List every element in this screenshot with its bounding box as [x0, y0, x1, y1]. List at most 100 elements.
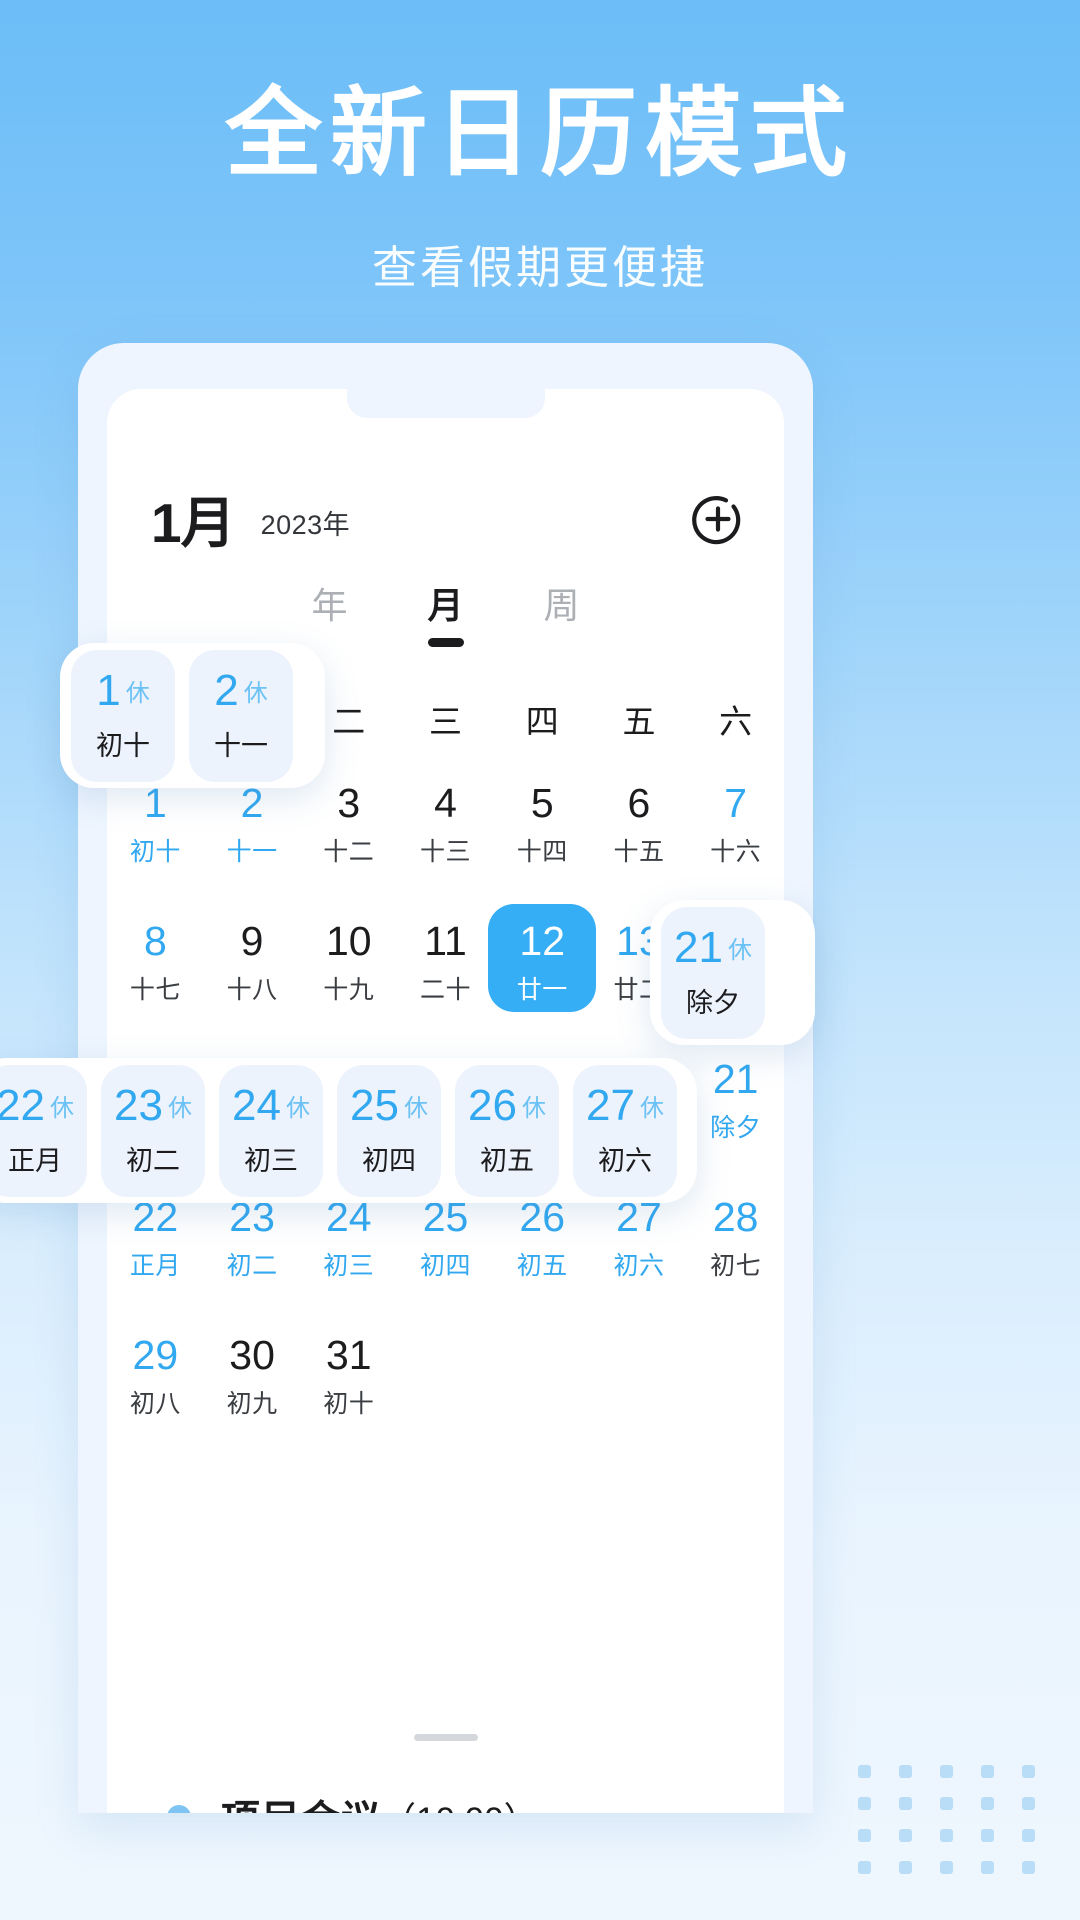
calendar-day-cell[interactable]: 24 初三 [300, 1186, 397, 1324]
holiday-popup-springfestival[interactable]: 22 休正月 23 休初二 24 休初三 25 休初四 26 休初五 27 休初六 [0, 1058, 697, 1203]
day-number: 24 [232, 1080, 281, 1130]
calendar-day-cell[interactable]: 23 初二 [204, 1186, 301, 1324]
holiday-day-chip[interactable]: 25 休初四 [337, 1064, 441, 1197]
tab-month[interactable]: 月 [388, 577, 504, 651]
calendar-day-cell[interactable]: 8 十七 [107, 910, 204, 1048]
lunar-date: 十六 [710, 838, 762, 867]
day-number: 9 [240, 918, 264, 964]
holiday-popup-newyear[interactable]: 1 休初十 2 休十一 [60, 643, 325, 788]
day-number: 1 [96, 665, 121, 715]
day-number: 30 [229, 1332, 275, 1378]
calendar-day-cell[interactable]: 9 十八 [204, 910, 301, 1048]
page-subtitle: 查看假期更便捷 [371, 242, 708, 293]
add-event-button[interactable] [688, 489, 748, 549]
rest-day-badge: 休 [125, 679, 150, 707]
calendar-day-cell[interactable]: 22 正月 [107, 1186, 204, 1324]
rest-day-badge: 休 [727, 936, 752, 964]
calendar-day-cell[interactable]: 28 初七 [687, 1186, 784, 1324]
calendar-day-cell[interactable]: 3 十二 [300, 772, 397, 910]
day-number: 7 [724, 780, 748, 826]
calendar-day-cell[interactable]: 2 十一 [204, 772, 301, 910]
calendar-day-cell[interactable]: 5 十四 [494, 772, 591, 910]
lunar-date: 十三 [420, 838, 472, 867]
lunar-date: 除夕 [710, 1114, 762, 1143]
holiday-day-chip[interactable]: 27 休初六 [573, 1064, 677, 1197]
calendar-week-row: 1 初十 2 十一 3 十二 4 十三 5 十四 6 十五 7 十六 [107, 772, 784, 910]
calendar-day-cell[interactable]: 30 初九 [204, 1324, 301, 1462]
day-number: 10 [325, 918, 372, 964]
deco-dot [1022, 1861, 1035, 1874]
phone-notch [346, 388, 545, 418]
current-month-label[interactable]: 1月 [151, 495, 236, 550]
lunar-date: 初六 [613, 1252, 665, 1281]
calendar-day-cell[interactable]: 21 除夕 [687, 1048, 784, 1186]
holiday-popup-eve[interactable]: 21 休除夕 [650, 900, 815, 1045]
deco-dot [981, 1797, 994, 1810]
deco-dot [981, 1765, 994, 1778]
deco-dot [899, 1797, 912, 1810]
tab-year[interactable]: 年 [272, 577, 388, 651]
calendar-day-cell[interactable]: 1 初十 [107, 772, 204, 910]
lunar-date: 初五 [480, 1145, 534, 1176]
calendar-day-cell[interactable]: 6 十五 [591, 772, 688, 910]
calendar-day-cell[interactable]: 7 十六 [687, 772, 784, 910]
calendar-day-empty [494, 1324, 591, 1462]
event-dot-blue [167, 1805, 191, 1813]
day-number: 12 [519, 918, 566, 964]
deco-dot [858, 1765, 871, 1778]
lunar-date: 十八 [226, 976, 278, 1005]
holiday-day-chip[interactable]: 1 休初十 [71, 649, 175, 782]
day-number: 6 [627, 780, 651, 826]
day-number: 5 [530, 780, 554, 826]
lunar-date: 初六 [598, 1145, 652, 1176]
holiday-day-chip[interactable]: 2 休十一 [189, 649, 293, 782]
holiday-day-chip[interactable]: 21 休除夕 [661, 906, 765, 1039]
lunar-date: 初五 [516, 1252, 568, 1281]
rest-day-badge: 休 [167, 1094, 192, 1122]
weekday-sat: 六 [719, 703, 753, 740]
lunar-date: 十一 [214, 730, 268, 761]
calendar-day-cell[interactable]: 12 廿一 [488, 904, 597, 1048]
day-number: 26 [468, 1080, 517, 1130]
calendar-day-cell[interactable]: 26 初五 [494, 1186, 591, 1324]
calendar-day-cell[interactable]: 11 二十 [397, 910, 494, 1048]
rest-day-badge: 休 [49, 1094, 74, 1122]
calendar-day-cell[interactable]: 10 十九 [300, 910, 397, 1048]
sheet-drag-handle[interactable] [413, 1734, 478, 1741]
holiday-day-chip[interactable]: 24 休初三 [219, 1064, 323, 1197]
holiday-day-chip[interactable]: 26 休初五 [455, 1064, 559, 1197]
calendar-day-empty [687, 1324, 784, 1462]
tab-week[interactable]: 周 [504, 577, 620, 651]
calendar-day-empty [591, 1324, 688, 1462]
rest-day-badge: 休 [243, 679, 268, 707]
calendar-day-empty [397, 1324, 494, 1462]
day-number: 4 [434, 780, 457, 826]
weekday-thu: 四 [525, 703, 559, 740]
deco-dot [1022, 1765, 1035, 1778]
list-item[interactable]: 项目会议 （10:00） [167, 1789, 744, 1813]
calendar-day-cell[interactable]: 4 十三 [397, 772, 494, 910]
calendar-day-cell[interactable]: 25 初四 [397, 1186, 494, 1324]
deco-dot [899, 1765, 912, 1778]
day-number: 25 [350, 1080, 399, 1130]
calendar-day-cell[interactable]: 29 初八 [107, 1324, 204, 1462]
lunar-date: 十一 [226, 838, 278, 867]
lunar-date: 初十 [129, 838, 181, 867]
deco-dot [858, 1861, 871, 1874]
holiday-day-chip[interactable]: 23 休初二 [101, 1064, 205, 1197]
day-number: 22 [0, 1080, 45, 1130]
lunar-date: 初三 [323, 1252, 375, 1281]
day-number: 28 [712, 1194, 759, 1240]
calendar-day-cell[interactable]: 27 初六 [591, 1186, 688, 1324]
view-mode-tabs: 年 月 周 [107, 577, 784, 651]
calendar-week-row: 22 正月 23 初二 24 初三 25 初四 26 初五 27 初六 28 初七 [107, 1186, 784, 1324]
current-year-label[interactable]: 2023年 [261, 503, 351, 542]
rest-day-badge: 休 [285, 1094, 310, 1122]
calendar-day-cell[interactable]: 31 初十 [300, 1324, 397, 1462]
lunar-date: 初八 [129, 1390, 181, 1419]
lunar-date: 二十 [420, 976, 472, 1005]
holiday-day-chip[interactable]: 22 休正月 [0, 1064, 87, 1197]
day-number: 21 [674, 922, 723, 972]
lunar-date: 除夕 [686, 987, 740, 1018]
deco-dot [858, 1797, 871, 1810]
